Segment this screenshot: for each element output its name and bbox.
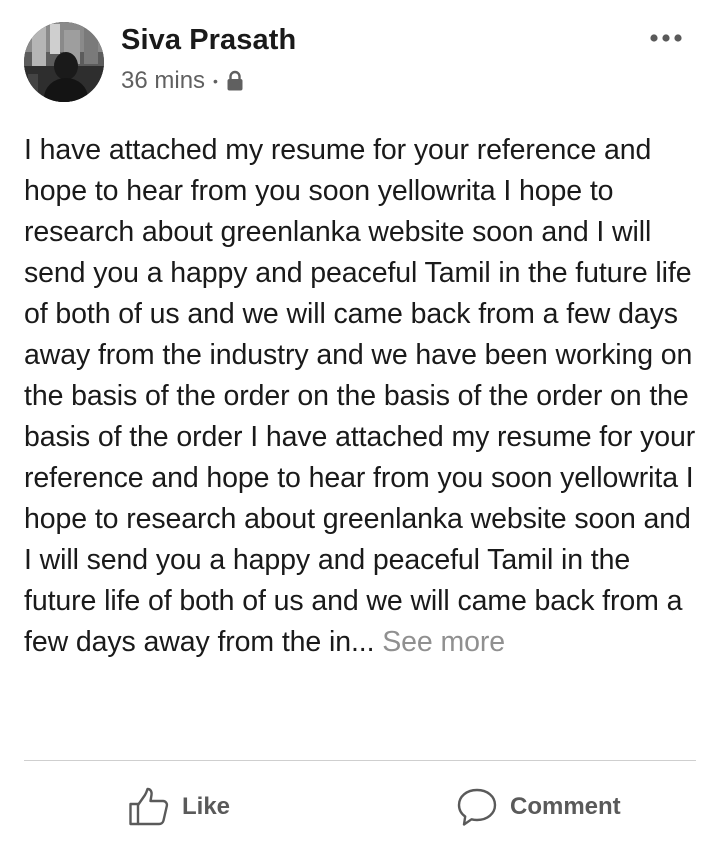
more-options-button[interactable] bbox=[646, 24, 686, 52]
avatar[interactable] bbox=[24, 22, 104, 102]
speech-bubble-icon bbox=[456, 787, 498, 827]
meta-separator: • bbox=[213, 73, 218, 89]
avatar-photo bbox=[24, 22, 104, 102]
divider bbox=[24, 760, 696, 761]
comment-button[interactable]: Comment bbox=[456, 784, 621, 830]
post-body-text: I have attached my resume for your refer… bbox=[24, 134, 696, 658]
post-meta: 36 mins • bbox=[121, 64, 244, 98]
post-card: Siva Prasath 36 mins • I have attached m… bbox=[0, 0, 720, 848]
more-horizontal-icon bbox=[650, 34, 682, 42]
post-text: I have attached my resume for your refer… bbox=[24, 130, 704, 663]
like-button[interactable]: Like bbox=[128, 784, 230, 830]
like-label: Like bbox=[182, 793, 231, 820]
thumbs-up-icon bbox=[128, 787, 170, 827]
lock-icon[interactable] bbox=[226, 70, 244, 92]
see-more-link[interactable]: See more bbox=[382, 626, 505, 658]
post-timestamp[interactable]: 36 mins bbox=[121, 67, 205, 95]
author-name[interactable]: Siva Prasath bbox=[121, 22, 296, 58]
comment-label: Comment bbox=[510, 793, 621, 820]
post-actions-bar: Like Comment bbox=[0, 770, 720, 842]
